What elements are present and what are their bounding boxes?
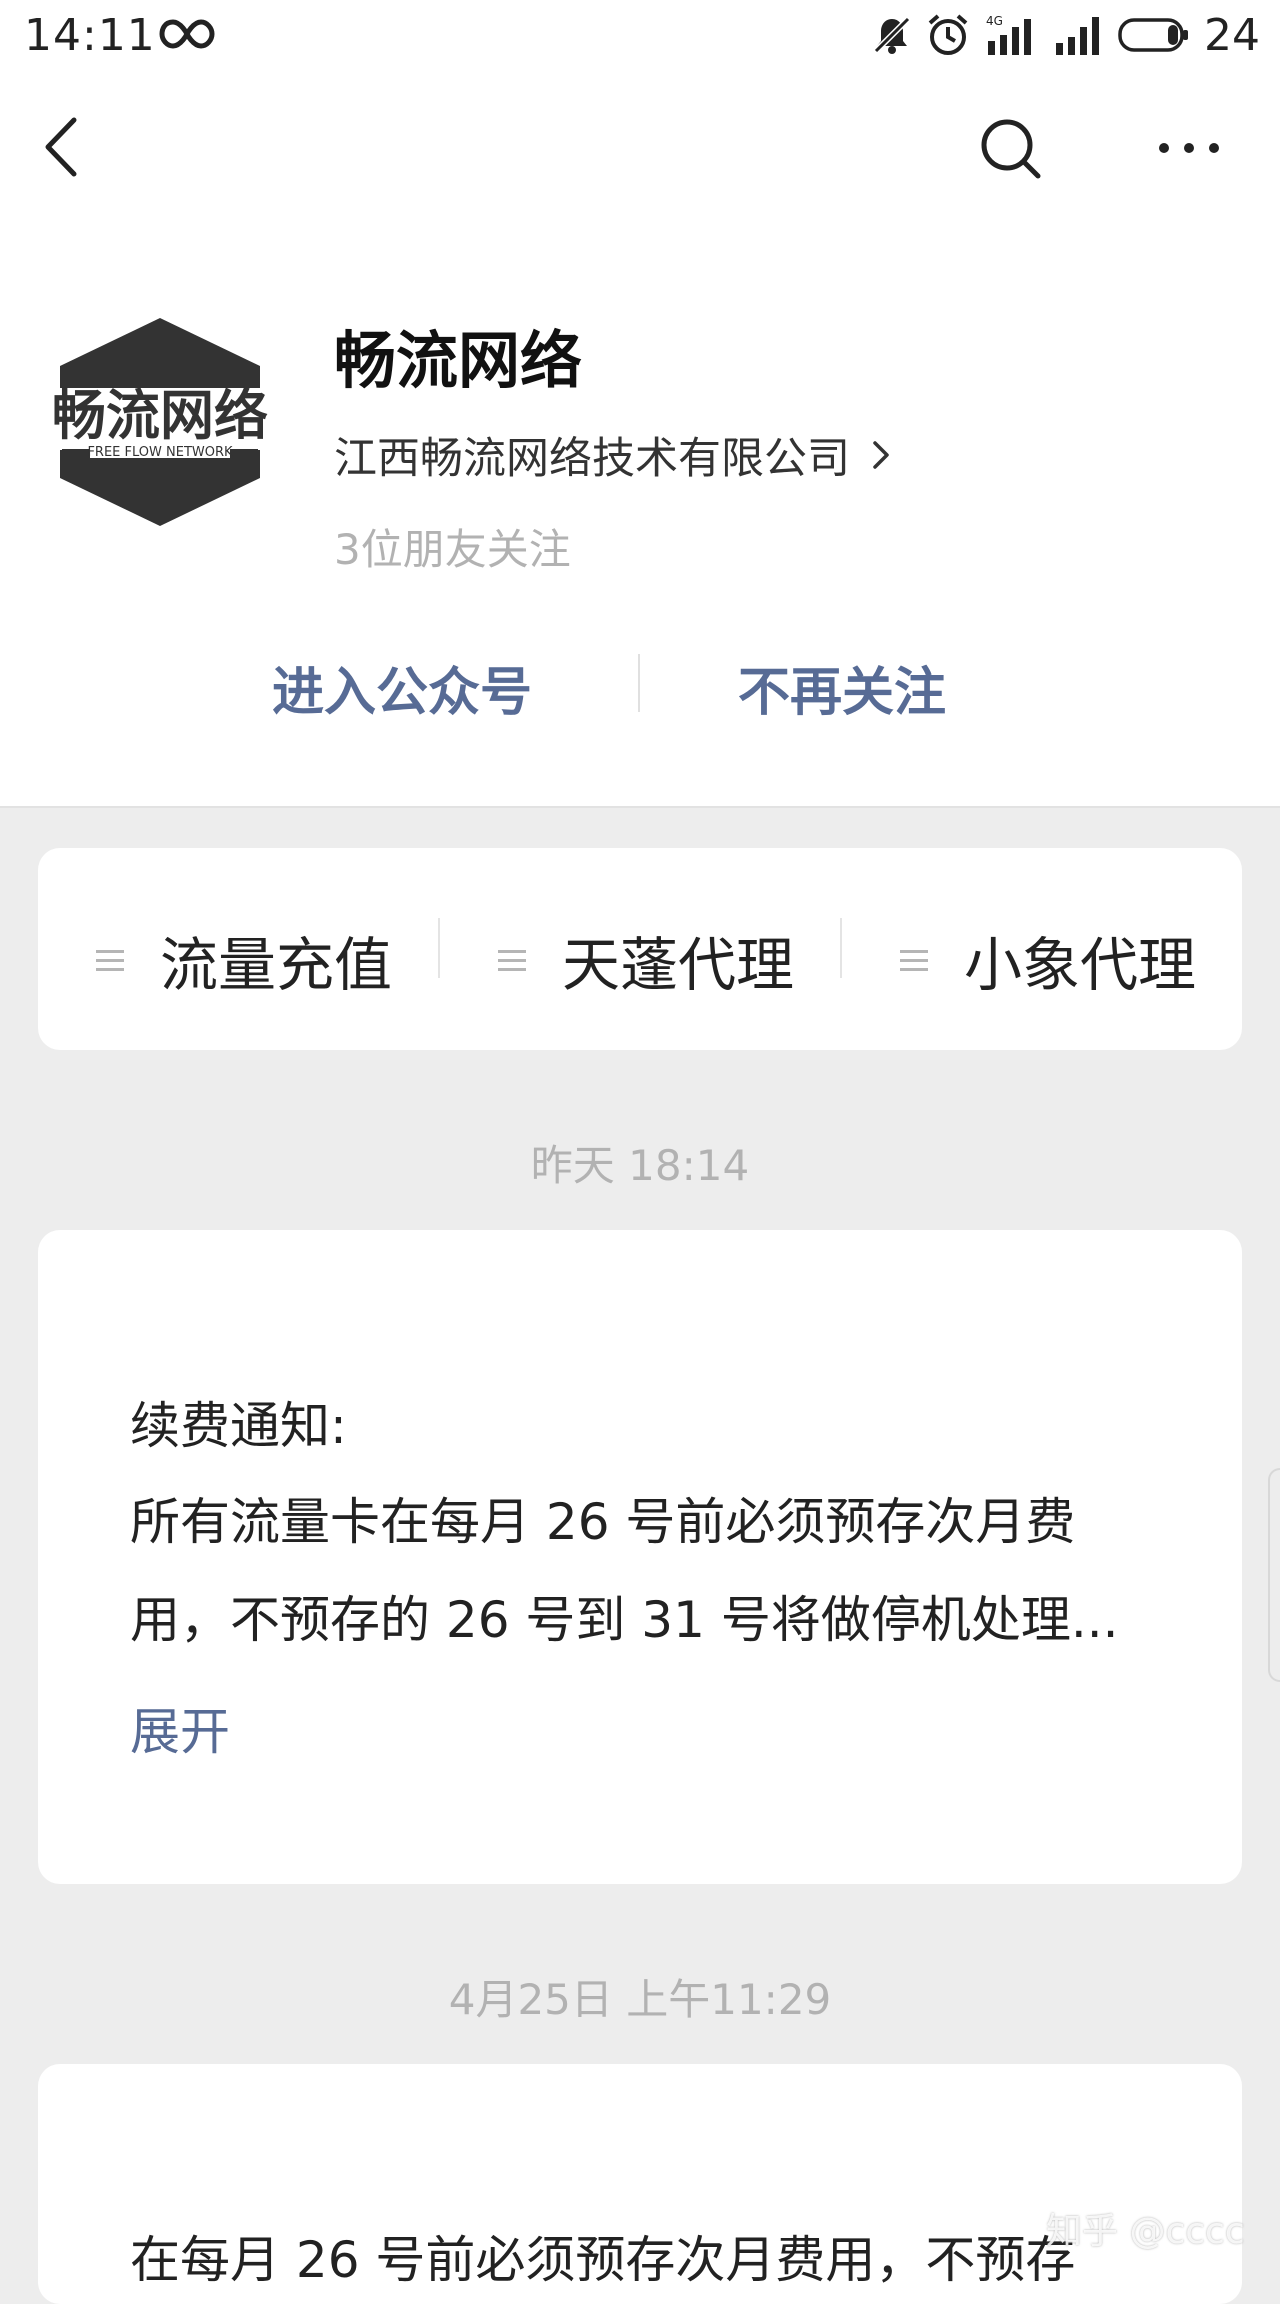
menu-lines-icon	[498, 950, 526, 971]
menu-item-label: 流量充值	[160, 931, 393, 999]
menu-item-xiaoxiang-agent[interactable]: 小象代理	[898, 918, 1196, 1002]
menu-lines-icon	[900, 950, 928, 971]
menu-separator	[438, 918, 440, 978]
menu-item-label: 小象代理	[964, 931, 1197, 999]
message-line: 用，不预存的 26 号到 31 号将做停机处理...	[130, 1591, 1119, 1649]
logo-text: 畅流网络	[52, 384, 268, 447]
message-line: 所有流量卡在每月 26 号前必须预存次月费	[130, 1493, 1076, 1551]
more-dots-icon[interactable]	[1156, 128, 1222, 168]
message-card[interactable]: 在每月 26 号前必须预存次月费用，不预存	[38, 2064, 1242, 2304]
account-name: 畅流网络	[334, 324, 583, 397]
account-menu: 流量充值 天蓬代理 小象代理	[38, 848, 1242, 1050]
menu-lines-icon	[96, 950, 124, 971]
friends-follow-count: 3位朋友关注	[334, 525, 571, 574]
unfollow-button[interactable]: 不再关注	[738, 650, 946, 725]
battery-level: 24	[1204, 9, 1260, 61]
message-line: 在每月 26 号前必须预存次月费用，不预存	[130, 2231, 1076, 2289]
battery-icon	[1118, 18, 1188, 52]
alarm-icon	[928, 14, 968, 55]
expand-link[interactable]: 展开	[130, 1692, 230, 1764]
company-name: 江西畅流网络技术有限公司	[334, 434, 850, 484]
menu-item-tianpeng-agent[interactable]: 天蓬代理	[496, 918, 794, 1002]
signal-4g-icon: 4G	[986, 14, 1031, 55]
action-divider	[638, 654, 640, 712]
network-label: 4G	[986, 14, 1003, 28]
scroll-indicator	[1268, 1468, 1280, 1682]
message-title: 续费通知:	[130, 1397, 347, 1455]
status-bar: 14:11 4G 24	[0, 0, 1280, 70]
chevron-right-icon	[873, 441, 889, 469]
menu-separator	[840, 918, 842, 978]
company-link[interactable]: 江西畅流网络技术有限公司	[334, 424, 892, 486]
back-arrow-icon[interactable]	[38, 112, 88, 182]
menu-item-label: 天蓬代理	[562, 931, 795, 999]
signal-icon	[1056, 17, 1099, 55]
enter-account-button[interactable]: 进入公众号	[272, 650, 532, 725]
account-header: 14:11 4G 24 畅流网络 FREE FLOW NETWORK 畅流网络 …	[0, 0, 1280, 808]
infinity-icon	[159, 19, 215, 49]
menu-item-flow-recharge[interactable]: 流量充值	[94, 918, 392, 1002]
status-time: 14:11	[24, 10, 156, 61]
search-icon[interactable]	[976, 114, 1046, 184]
watermark: 知乎 @cccc	[1046, 2211, 1245, 2252]
account-logo[interactable]: 畅流网络 FREE FLOW NETWORK	[50, 316, 270, 528]
message-card[interactable]: 续费通知: 所有流量卡在每月 26 号前必须预存次月费 用，不预存的 26 号到…	[38, 1230, 1242, 1884]
status-icons: 4G 24	[872, 9, 1260, 61]
bell-muted-icon	[873, 16, 911, 54]
message-timestamp: 昨天 18:14	[530, 1141, 750, 1190]
logo-subtext: FREE FLOW NETWORK	[87, 445, 233, 460]
message-timestamp: 4月25日 上午11:29	[448, 1975, 832, 2024]
